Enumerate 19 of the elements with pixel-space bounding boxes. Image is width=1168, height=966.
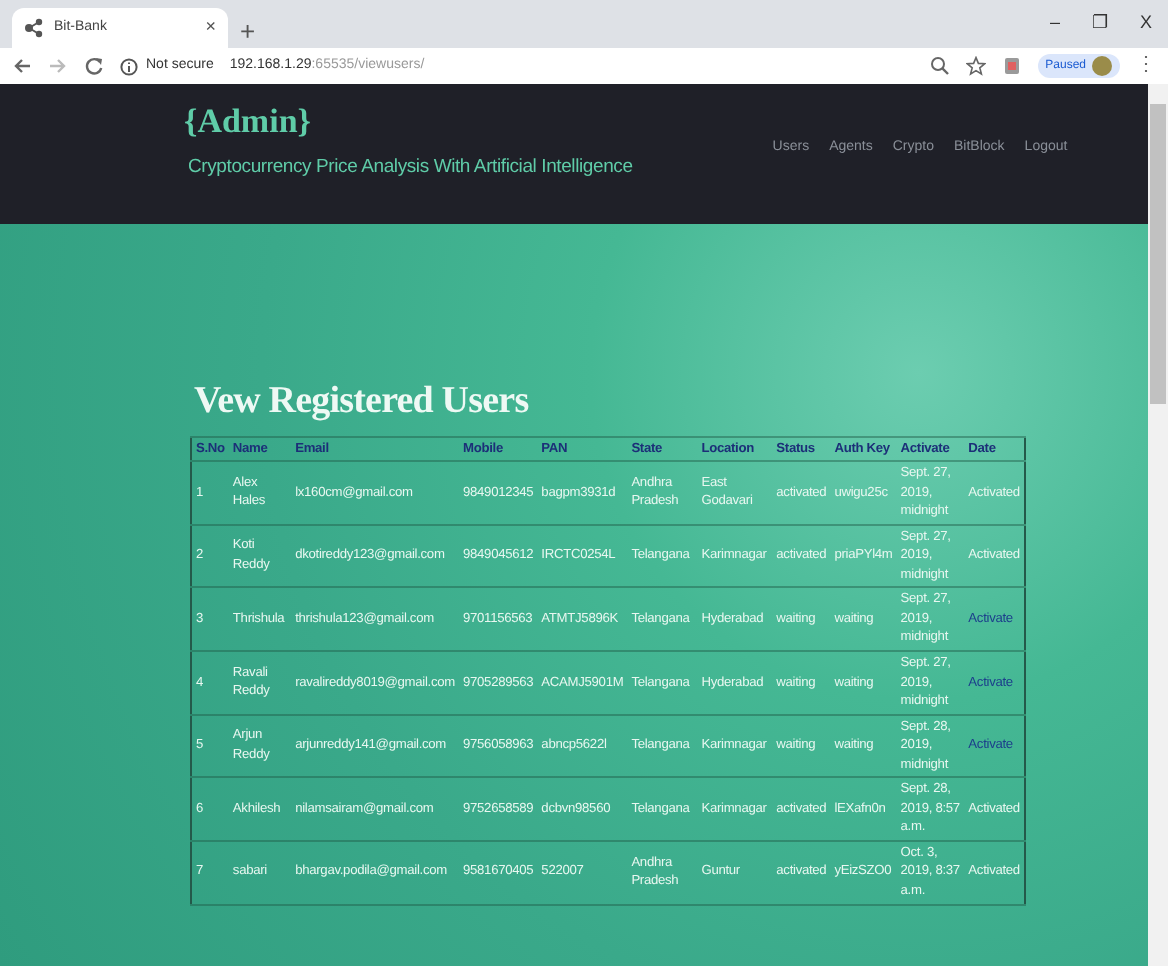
extension-icon[interactable] (1001, 56, 1022, 76)
scrollbar-thumb[interactable] (1150, 104, 1166, 404)
close-button[interactable]: X (1139, 10, 1152, 38)
info-icon (120, 57, 138, 75)
minimize-button[interactable]: – (1049, 10, 1060, 38)
page-heading: Vew Registered Users (194, 378, 531, 426)
share-nodes-icon (24, 18, 44, 38)
menu-button[interactable]: ⋮ (1136, 56, 1156, 76)
back-arrow-icon[interactable] (12, 56, 32, 76)
brand-title: {Admin} (184, 104, 313, 142)
scrollbar[interactable] (1148, 84, 1168, 966)
site-subtitle: Cryptocurrency Price Analysis With Artificial Intelligence (188, 153, 633, 182)
star-icon[interactable] (965, 56, 986, 76)
close-tab-button[interactable]: × (205, 14, 216, 42)
avatar-icon (1092, 56, 1112, 76)
restore-button[interactable]: ❐ (1091, 10, 1108, 38)
reload-icon[interactable] (84, 56, 104, 76)
zoom-icon[interactable] (929, 56, 950, 76)
new-tab-button[interactable]: + (228, 18, 256, 48)
